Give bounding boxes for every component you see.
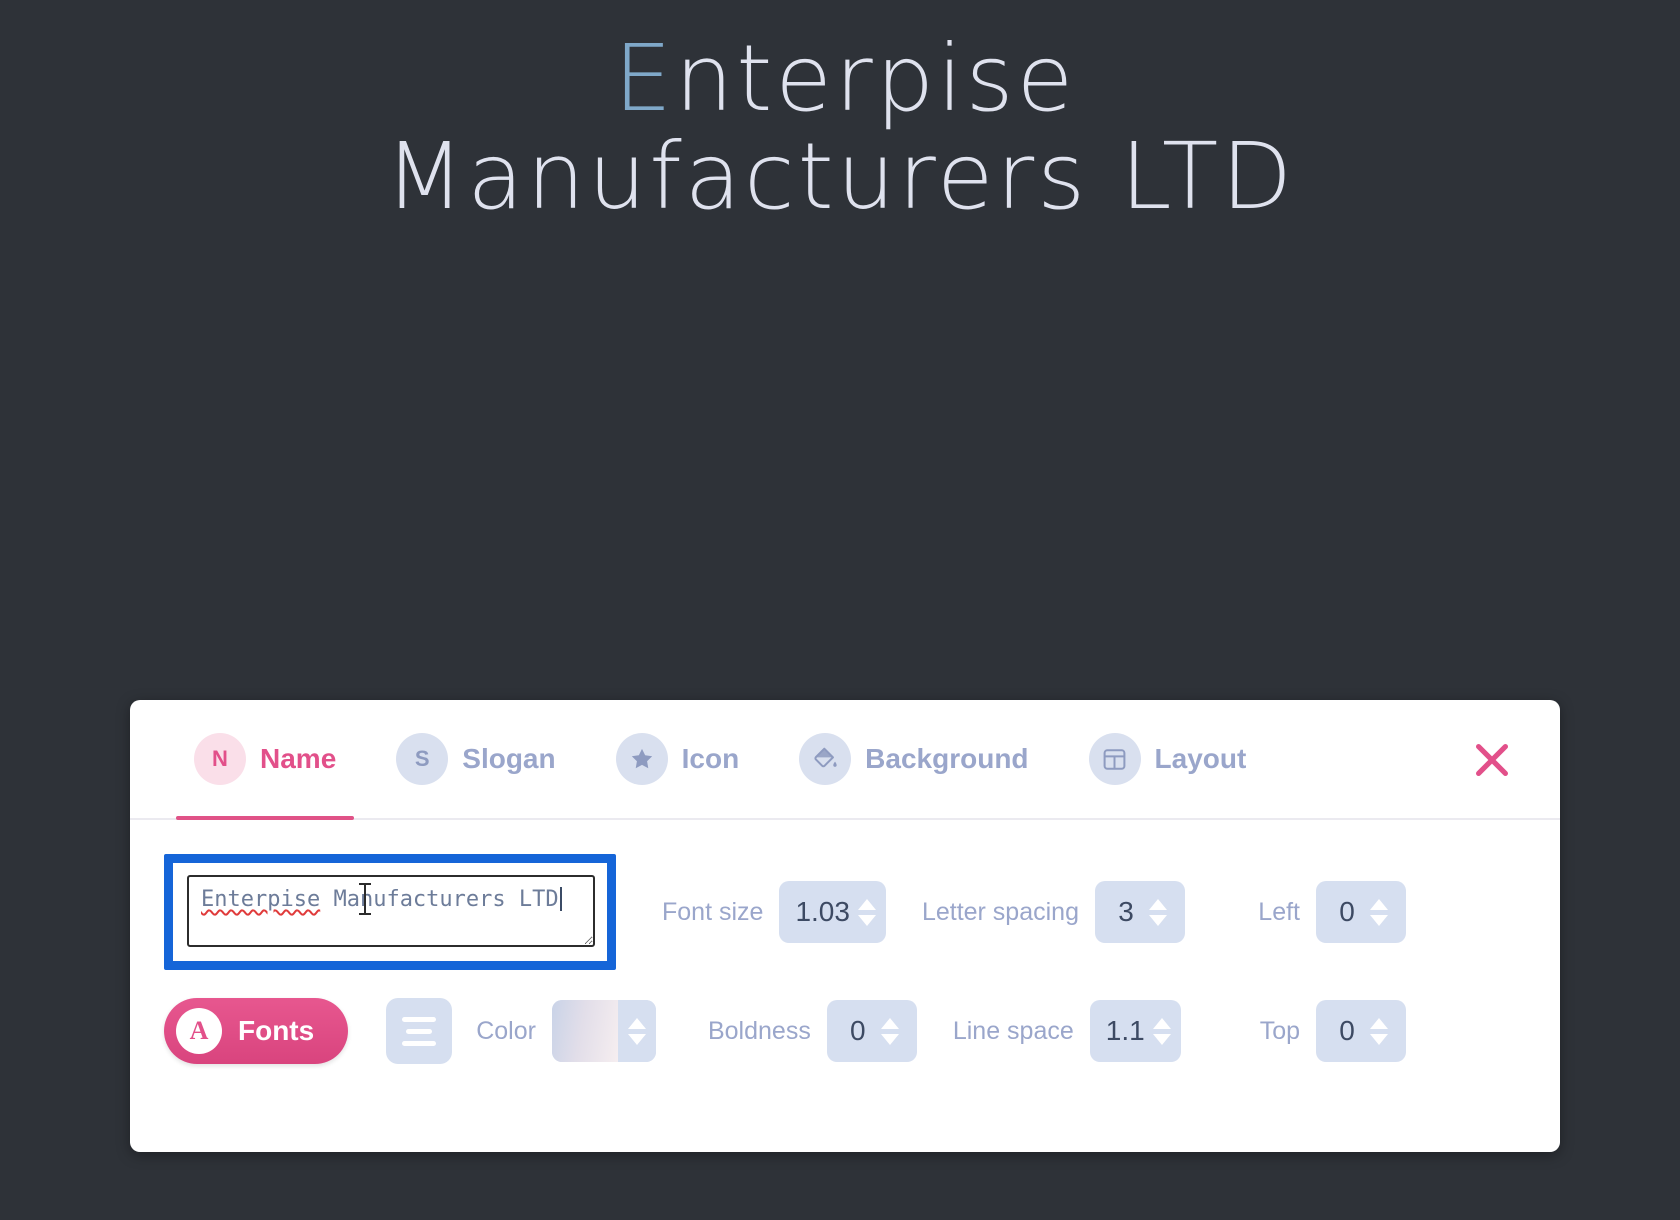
tab-badge-letter: S	[414, 746, 430, 771]
spinner-up-icon[interactable]	[880, 1017, 899, 1029]
spinner-down-icon[interactable]	[1370, 914, 1388, 926]
star-icon	[615, 733, 668, 785]
letter-spacing-stepper[interactable]: 3	[1094, 881, 1185, 943]
spinner-up-icon[interactable]	[1370, 1017, 1388, 1029]
text-caret	[559, 887, 562, 911]
font-size-field: Font size 1.03	[662, 881, 886, 943]
boldness-value: 0	[850, 1015, 866, 1046]
top-value: 0	[1339, 1015, 1355, 1046]
align-line	[402, 1040, 437, 1046]
font-letter-a-icon: A	[176, 1008, 222, 1054]
spinner-down-icon[interactable]	[857, 914, 876, 926]
align-line	[406, 1028, 433, 1034]
line-space-label: Line space	[952, 1016, 1074, 1045]
letter-spacing-field: Letter spacing 3	[922, 881, 1185, 943]
font-size-label: Font size	[662, 897, 764, 926]
tab-badge-letter: N	[212, 746, 228, 771]
font-size-value: 1.03	[795, 896, 850, 927]
editor-row-secondary: A Fonts Color Boldness 0 Line space 1.1 …	[164, 976, 1526, 1086]
fonts-button-label: Fonts	[238, 1015, 315, 1046]
color-label: Color	[476, 1016, 536, 1045]
tab-layout[interactable]: Layout	[1059, 700, 1277, 818]
left-field: Left 0	[1258, 881, 1406, 943]
color-field: Color	[476, 1000, 656, 1062]
letter-n-badge-icon: N	[194, 733, 246, 785]
spinner-arrows-icon[interactable]	[857, 898, 876, 926]
letter-spacing-value: 3	[1118, 896, 1134, 927]
top-stepper[interactable]: 0	[1316, 1000, 1406, 1062]
name-textarea-focus-ring: Enterpise Manufacturers LTD	[164, 854, 616, 970]
name-textarea-rest: Manufacturers LTD	[320, 887, 559, 912]
tab-name-label: Name	[260, 743, 337, 774]
misspelled-word: Enterpise	[201, 887, 321, 912]
editor-row-primary: Enterpise Manufacturers LTD Font size 1.…	[164, 848, 1526, 976]
font-size-stepper[interactable]: 1.03	[779, 881, 886, 943]
letter-s-badge-icon: S	[396, 733, 449, 785]
align-line	[402, 1016, 437, 1022]
app-canvas: Enterpise Manufacturers LTD N Name S Slo…	[0, 0, 1680, 1220]
boldness-field: Boldness 0	[708, 1000, 917, 1062]
tab-name[interactable]: N Name	[164, 700, 366, 820]
tab-icon-label: Icon	[681, 743, 740, 774]
paint-bucket-icon	[799, 733, 852, 785]
left-value: 0	[1339, 896, 1355, 927]
line-space-field: Line space 1.1	[953, 1000, 1181, 1062]
spinner-arrows-icon[interactable]	[1370, 898, 1388, 926]
fonts-button[interactable]: A Fonts	[164, 998, 349, 1064]
name-textarea-text: Enterpise Manufacturers LTD	[201, 883, 562, 915]
boldness-label: Boldness	[707, 1016, 811, 1045]
logo-initial-letter: E	[613, 25, 675, 132]
tab-layout-label: Layout	[1154, 743, 1247, 774]
layout-grid-icon	[1088, 733, 1141, 785]
tab-slogan-label: Slogan	[462, 743, 556, 774]
boldness-stepper[interactable]: 0	[826, 1000, 917, 1062]
tab-slogan[interactable]: S Slogan	[366, 700, 585, 818]
spinner-down-icon[interactable]	[1148, 914, 1167, 926]
color-spinner[interactable]	[617, 1000, 656, 1062]
line-space-value: 1.1	[1105, 1015, 1145, 1046]
editor-body: Enterpise Manufacturers LTD Font size 1.…	[130, 820, 1560, 1086]
logo-line-1: Enterpise	[0, 30, 1680, 128]
left-label: Left	[1258, 897, 1300, 926]
spinner-arrows-icon[interactable]	[1152, 1017, 1171, 1045]
tab-icon[interactable]: Icon	[586, 700, 770, 818]
close-icon[interactable]	[1466, 734, 1518, 786]
spinner-arrows-icon[interactable]	[880, 1017, 899, 1045]
spinner-arrows-icon[interactable]	[1370, 1017, 1388, 1045]
spinner-arrows-icon[interactable]	[627, 1017, 646, 1045]
name-textarea[interactable]: Enterpise Manufacturers LTD	[187, 875, 595, 947]
spinner-down-icon[interactable]	[1152, 1033, 1171, 1045]
editor-tabbar: N Name S Slogan Icon Background Layout	[130, 700, 1560, 820]
logo-editor-panel: N Name S Slogan Icon Background Layout E…	[130, 700, 1560, 1152]
logo-preview[interactable]: Enterpise Manufacturers LTD	[0, 30, 1680, 225]
spinner-up-icon[interactable]	[627, 1017, 646, 1029]
spinner-up-icon[interactable]	[1152, 1017, 1171, 1029]
top-label: Top	[1259, 1016, 1300, 1045]
logo-line-2: Manufacturers LTD	[384, 122, 1296, 230]
line-space-stepper[interactable]: 1.1	[1089, 1000, 1181, 1062]
color-swatch-icon[interactable]	[551, 1000, 656, 1062]
spinner-down-icon[interactable]	[1370, 1033, 1388, 1045]
spinner-down-icon[interactable]	[880, 1033, 899, 1045]
top-field: Top 0	[1260, 1000, 1406, 1062]
spinner-down-icon[interactable]	[627, 1033, 646, 1045]
text-align-icon[interactable]	[386, 998, 453, 1064]
spinner-up-icon[interactable]	[1148, 898, 1167, 910]
tab-background[interactable]: Background	[769, 700, 1058, 818]
logo-line-1-rest: nterpise	[674, 25, 1077, 132]
color-swatch-fill	[551, 1000, 618, 1062]
left-stepper[interactable]: 0	[1316, 881, 1406, 943]
spinner-up-icon[interactable]	[857, 898, 876, 910]
letter-spacing-label: Letter spacing	[921, 897, 1079, 926]
tab-background-label: Background	[865, 743, 1029, 774]
spinner-arrows-icon[interactable]	[1148, 898, 1167, 926]
spinner-up-icon[interactable]	[1370, 898, 1388, 910]
